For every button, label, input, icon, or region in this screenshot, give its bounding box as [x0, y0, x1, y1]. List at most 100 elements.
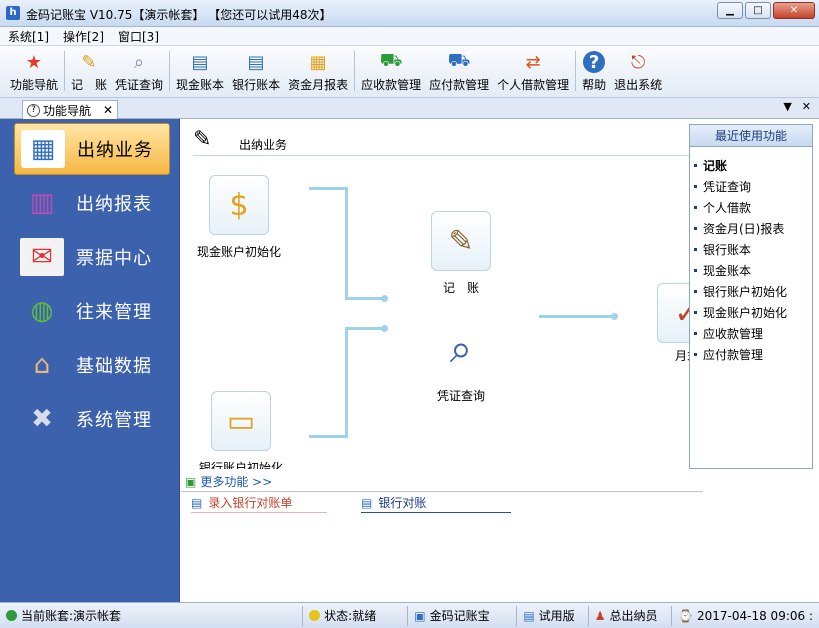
recent-item-label: 应付款管理	[703, 348, 764, 362]
sidebar-item-cashier[interactable]: ▦ 出纳业务	[14, 123, 170, 175]
recent-item-label: 资金月(日)报表	[703, 222, 785, 236]
recent-item[interactable]: 个人借款	[694, 197, 812, 218]
help-icon: ?	[583, 51, 606, 73]
sidebar-item-reports[interactable]: ▥ 出纳报表	[14, 177, 170, 229]
content-header: ✎ 出纳业务	[193, 127, 287, 153]
more-divider	[181, 491, 703, 492]
toolbar-loan-button[interactable]: ⇄ 个人借款管理	[493, 45, 573, 97]
connector-dot	[381, 295, 388, 302]
bullet-icon	[694, 353, 697, 356]
sidebar-item-accounts[interactable]: ◍ 往来管理	[14, 285, 170, 337]
bullet-icon	[694, 164, 697, 167]
toolbar-label: 应付款管理	[429, 78, 490, 92]
help-circle-icon: ?	[27, 103, 40, 117]
menu-bar: 系统[1] 操作[2] 窗口[3]	[0, 27, 819, 46]
node-bookkeeping[interactable]: ✎ 记 账	[431, 211, 491, 296]
toolbar-separator	[575, 51, 577, 91]
magnifier-doc-icon: ⌕	[449, 326, 473, 372]
tab-dropdown-icon[interactable]: ▼	[783, 100, 791, 113]
recent-item[interactable]: 记账	[694, 155, 812, 176]
recent-item[interactable]: 资金月(日)报表	[694, 218, 812, 239]
status-edition-text: 试用版	[538, 609, 575, 623]
bullet-icon	[694, 290, 697, 293]
recent-item[interactable]: 银行账本	[694, 239, 812, 260]
globe-status-icon	[6, 610, 17, 621]
sidebar-item-bills[interactable]: ✉ 票据中心	[14, 231, 170, 283]
node-voucher-query[interactable]: ⌕ 凭证查询	[431, 319, 491, 404]
toolbar-label: 资金月报表	[288, 78, 349, 92]
toolbar-exit-button[interactable]: ⎋ 退出系统	[610, 45, 666, 97]
more-functions-title[interactable]: ▣ 更多功能 >>	[185, 473, 272, 490]
toolbar-receivable-button[interactable]: ⛟ 应收款管理	[357, 45, 425, 97]
node-bank-account-init[interactable]: ▭ 银行账户初始化	[199, 391, 283, 469]
recent-item[interactable]: 应收款管理	[694, 323, 812, 344]
bullet-icon	[694, 332, 697, 335]
recent-item-label: 个人借款	[703, 201, 752, 215]
toolbar-bookkeeping-button[interactable]: ✎ 记 账	[67, 45, 111, 97]
connector	[309, 187, 347, 190]
ledger-pen-icon: ✎	[431, 211, 491, 271]
close-button[interactable]: ✕	[773, 2, 815, 19]
window-title: 金码记账宝 V10.75【演示帐套】 【您还可以试用48次】	[26, 8, 332, 22]
toolbar-voucher-query-button[interactable]: ⌕ 凭证查询	[111, 45, 167, 97]
connector	[345, 187, 348, 299]
more-item-bank-statement-entry[interactable]: ▤ 录入银行对账单	[191, 493, 327, 513]
maximize-button[interactable]: □	[745, 2, 771, 19]
coins-icon: $	[209, 175, 269, 235]
clock-icon: ⌚	[678, 608, 693, 623]
house-icon: ⌂	[33, 350, 51, 380]
recent-item[interactable]: 现金账户初始化	[694, 302, 812, 323]
toolbar-help-button[interactable]: ? 帮助	[578, 45, 610, 97]
bullet-icon	[694, 185, 697, 188]
toolbar-separator	[354, 51, 356, 91]
sidebar-item-system[interactable]: ✖ 系统管理	[14, 393, 170, 445]
content-title: 出纳业务	[239, 137, 288, 152]
tab-controls: ▼ ✕	[783, 100, 811, 113]
toolbar-bank-book-button[interactable]: ▤ 银行账本	[228, 45, 284, 97]
menu-system[interactable]: 系统[1]	[8, 28, 49, 45]
workflow-panel: ✎ 出纳业务 $ 现金账户初始化 ✎ 记 账 ⌕ 凭证查询 ▭ 银行账户初始化 …	[181, 119, 689, 469]
bullet-icon	[694, 269, 697, 272]
recent-item[interactable]: 银行账户初始化	[694, 281, 812, 302]
toolbar-payable-button[interactable]: ⛟ 应付款管理	[425, 45, 493, 97]
star-icon: ★	[25, 51, 43, 73]
cart-icon: ⛟	[447, 50, 471, 71]
tab-function-nav[interactable]: ? 功能导航 ✕	[22, 100, 118, 119]
sidebar-item-label: 往来管理	[76, 302, 152, 323]
recent-item[interactable]: 凭证查询	[694, 176, 812, 197]
tab-close-icon[interactable]: ✕	[103, 103, 113, 117]
notebook-pen-icon: ✎	[193, 127, 212, 152]
sidebar-item-label: 系统管理	[76, 410, 152, 431]
tab-close-all-icon[interactable]: ✕	[802, 100, 811, 113]
toolbar-nav-button[interactable]: ★ 功能导航	[6, 45, 62, 97]
recent-item[interactable]: 应付款管理	[694, 344, 812, 365]
recent-item[interactable]: 现金账本	[694, 260, 812, 281]
status-product: ▣ 金码记账宝	[408, 605, 518, 626]
sidebar-item-basic-data[interactable]: ⌂ 基础数据	[14, 339, 170, 391]
app-icon[interactable]: h	[6, 6, 20, 20]
menu-operation[interactable]: 操作[2]	[63, 28, 104, 45]
toolbar-monthly-report-button[interactable]: ▦ 资金月报表	[284, 45, 352, 97]
status-product-text: 金码记账宝	[429, 609, 490, 623]
status-bar: 当前账套:演示帐套 状态:就绪 ▣ 金码记账宝 ▤ 试用版 ♟ 总出纳员 ⌚ 2017-…	[0, 602, 819, 628]
recent-list: 记账 凭证查询 个人借款 资金月(日)报表 银行账本 现金账本 银行账户初始化 …	[690, 147, 812, 365]
ledger-icon: ▤	[247, 51, 265, 73]
toolbar-cash-book-button[interactable]: ▤ 现金账本	[172, 45, 228, 97]
users-icon: ♟	[594, 608, 606, 623]
status-user: ♟ 总出纳员	[589, 605, 673, 626]
status-edition: ▤ 试用版	[517, 605, 589, 626]
more-item-bank-reconcile[interactable]: ▤ 银行对账	[361, 493, 511, 513]
document-icon: ▤	[361, 495, 373, 510]
connector	[345, 327, 348, 438]
more-item-label: 录入银行对账单	[208, 496, 293, 510]
node-cash-account-init[interactable]: $ 现金账户初始化	[197, 175, 281, 260]
menu-window[interactable]: 窗口[3]	[118, 28, 159, 45]
recent-item-label: 凭证查询	[703, 180, 752, 194]
toolbar-label: 记 账	[71, 78, 108, 92]
node-month-end[interactable]: ✓ 月末	[657, 283, 689, 364]
status-datetime-text: 2017-04-18 09:06 :	[697, 608, 813, 623]
minimize-button[interactable]: ▁	[717, 2, 743, 19]
recent-item-label: 银行账户初始化	[703, 285, 788, 299]
toolbar-label: 退出系统	[614, 78, 663, 92]
connector	[345, 297, 385, 300]
